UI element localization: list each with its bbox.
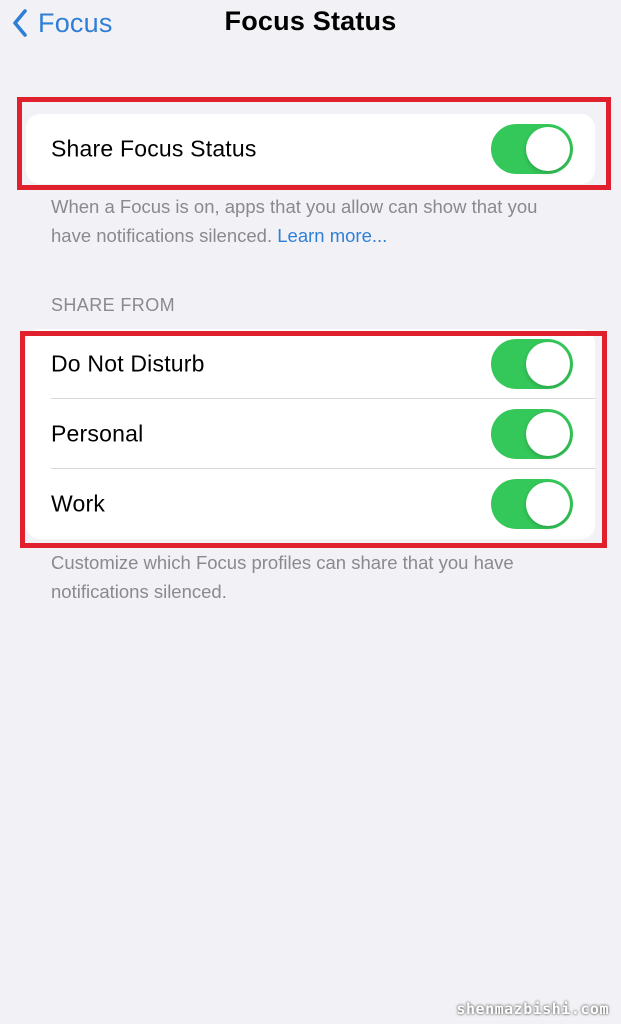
share-from-row-work: Work <box>26 469 595 539</box>
share-from-header: SHARE FROM <box>51 295 176 315</box>
do-not-disturb-toggle[interactable] <box>491 339 573 389</box>
row-label-do-not-disturb: Do Not Disturb <box>51 350 205 377</box>
share-from-card: Do Not Disturb Personal Work <box>26 329 595 539</box>
toggle-knob <box>526 482 570 526</box>
navigation-bar: Focus Focus Status <box>0 0 621 50</box>
share-from-row-do-not-disturb: Do Not Disturb <box>26 329 595 399</box>
page-title: Focus Status <box>224 6 397 36</box>
watermark: shenmazbishi.com <box>456 1000 609 1018</box>
personal-toggle[interactable] <box>491 409 573 459</box>
share-focus-footer: When a Focus is on, apps that you allow … <box>51 192 571 250</box>
share-focus-status-card: Share Focus Status <box>26 114 595 184</box>
row-label-personal: Personal <box>51 420 144 447</box>
share-focus-status-toggle[interactable] <box>491 124 573 174</box>
share-focus-status-label: Share Focus Status <box>51 135 257 162</box>
toggle-knob <box>526 342 570 386</box>
learn-more-link[interactable]: Learn more... <box>277 225 387 246</box>
toggle-knob <box>526 412 570 456</box>
share-from-row-personal: Personal <box>26 399 595 469</box>
toggle-knob <box>526 127 570 171</box>
share-focus-status-row: Share Focus Status <box>26 114 595 184</box>
share-from-footer: Customize which Focus profiles can share… <box>51 552 514 602</box>
row-label-work: Work <box>51 490 106 517</box>
work-toggle[interactable] <box>491 479 573 529</box>
